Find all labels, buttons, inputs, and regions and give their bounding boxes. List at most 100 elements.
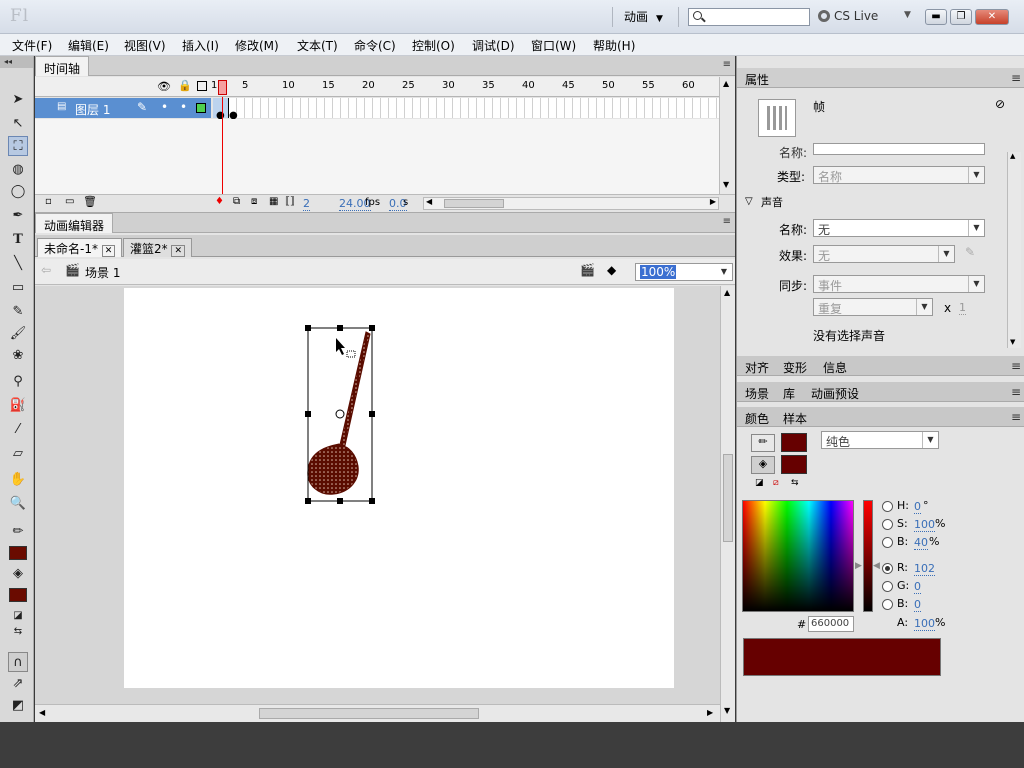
scroll-right-icon[interactable]: ▶ <box>710 197 716 206</box>
sync-select[interactable]: 事件 ▼ <box>813 275 985 293</box>
panel-menu-icon[interactable]: ≡ <box>723 216 731 227</box>
racket-drawing[interactable] <box>294 318 384 508</box>
bone-tool-icon[interactable]: ⚲ <box>8 372 28 392</box>
menu-help[interactable]: 帮助(H) <box>593 37 635 54</box>
panel-menu-icon[interactable]: ≡ <box>1011 71 1021 85</box>
text-tool-icon[interactable]: T <box>8 230 28 250</box>
properties-vscroll[interactable]: ▲ ▼ <box>1007 152 1021 348</box>
radio-brightness[interactable] <box>882 537 893 548</box>
current-frame-value[interactable]: 2 <box>303 197 310 211</box>
eyedropper-tool-icon[interactable]: ⁄ <box>8 420 28 440</box>
radio-hue[interactable] <box>882 501 893 512</box>
menu-view[interactable]: 视图(V) <box>124 37 166 54</box>
panel-menu-icon[interactable]: ≡ <box>1011 359 1021 373</box>
scroll-left-icon[interactable]: ◀ <box>426 197 432 206</box>
scroll-thumb[interactable] <box>259 708 479 719</box>
fill-swatch[interactable] <box>781 455 807 474</box>
menu-text[interactable]: 文本(T) <box>297 37 338 54</box>
center-frame-icon[interactable]: ♦ <box>215 196 224 207</box>
tab-motion-presets[interactable]: 动画预设 <box>811 385 859 402</box>
tab-properties[interactable]: 属性 <box>745 71 769 88</box>
rectangle-tool-icon[interactable]: ▭ <box>8 278 28 298</box>
stroke-color-icon[interactable]: ✏ <box>751 434 775 452</box>
hex-input[interactable]: 660000 <box>808 616 854 632</box>
s-value[interactable]: 100 <box>914 518 935 532</box>
sound-name-select[interactable]: 无 ▼ <box>813 219 985 237</box>
scroll-up-icon[interactable]: ▲ <box>723 79 729 88</box>
lock-dot-icon[interactable]: • <box>180 100 187 114</box>
doc-tab-2[interactable]: 灌篮2* ✕ <box>123 238 193 257</box>
visible-dot-icon[interactable]: • <box>161 100 168 114</box>
h-value[interactable]: 0 <box>914 500 921 514</box>
kind-select[interactable]: 名称 ▼ <box>813 166 985 184</box>
edit-multiple-icon[interactable]: ▦ <box>269 196 278 207</box>
lock-icon[interactable]: 🔒 <box>178 79 192 92</box>
playhead[interactable] <box>218 80 227 95</box>
timeline-empty-area[interactable] <box>35 98 719 194</box>
menu-control[interactable]: 控制(O) <box>412 37 455 54</box>
scroll-right-icon[interactable]: ▶ <box>707 708 713 717</box>
menu-insert[interactable]: 插入(I) <box>182 37 219 54</box>
close-button[interactable]: ✕ <box>975 9 1009 25</box>
brush-tool-icon[interactable]: 🖌 <box>8 324 28 344</box>
help-search-input[interactable] <box>688 8 810 26</box>
scroll-down-icon[interactable]: ▼ <box>1010 338 1015 346</box>
selection-tool-icon[interactable]: ➤ <box>8 90 28 110</box>
menu-modify[interactable]: 修改(M) <box>235 37 279 54</box>
radio-green[interactable] <box>882 581 893 592</box>
scroll-down-icon[interactable]: ▼ <box>723 180 729 189</box>
fill-type-select[interactable]: 纯色 ▼ <box>821 431 939 449</box>
brightness-slider[interactable] <box>863 500 873 612</box>
scene-label[interactable]: 场景 1 <box>85 264 120 281</box>
section-collapse-icon[interactable]: ▽ <box>745 196 753 207</box>
scroll-down-icon[interactable]: ▼ <box>724 706 730 715</box>
pasteboard[interactable] <box>35 286 720 704</box>
radio-red[interactable] <box>882 563 893 574</box>
g-value[interactable]: 0 <box>914 580 921 594</box>
menu-debug[interactable]: 调试(D) <box>472 37 515 54</box>
workspace-switcher[interactable]: 动画 ▼ <box>624 8 663 25</box>
panel-menu-icon[interactable]: ≡ <box>723 59 731 70</box>
3d-rotation-tool-icon[interactable]: ◍ <box>8 160 28 180</box>
scroll-left-icon[interactable]: ◀ <box>39 708 45 717</box>
tab-library[interactable]: 库 <box>783 385 795 402</box>
radio-saturation[interactable] <box>882 519 893 530</box>
outline-icon[interactable] <box>197 81 207 91</box>
scroll-thumb[interactable] <box>444 199 504 208</box>
onion-skin-icon[interactable]: ⧉ <box>233 196 240 207</box>
menu-file[interactable]: 文件(F) <box>12 37 52 54</box>
menu-commands[interactable]: 命令(C) <box>354 37 396 54</box>
onion-markers-icon[interactable]: ⟦⟧ <box>285 196 295 207</box>
tab-swatches[interactable]: 样本 <box>783 410 807 427</box>
eye-icon[interactable]: 👁 <box>157 80 171 93</box>
swap-icon[interactable]: ⊘ <box>995 97 1005 111</box>
edit-scene-icon[interactable]: 🎬 <box>580 263 595 277</box>
fill-color-icon[interactable]: ◈ <box>751 456 775 474</box>
stroke-swatch[interactable] <box>781 433 807 452</box>
layer-header[interactable]: ▤ 图层 1 ✎ • • <box>35 98 211 118</box>
subselection-tool-icon[interactable]: ↖ <box>8 114 28 134</box>
edit-symbols-icon[interactable]: ◆ <box>607 263 616 277</box>
panel-menu-icon[interactable]: ≡ <box>1011 385 1021 399</box>
tab-scene[interactable]: 场景 <box>745 385 769 402</box>
color-field[interactable] <box>742 500 854 612</box>
paint-bucket-tool-icon[interactable]: ⛽ <box>8 396 28 416</box>
black-white-icon[interactable]: ◪ <box>755 478 764 488</box>
tab-timeline[interactable]: 时间轴 <box>35 56 90 76</box>
delete-layer-icon[interactable]: 🗑 <box>83 195 97 208</box>
snap-magnet-icon[interactable]: ∩ <box>8 652 28 672</box>
repeat-count[interactable]: 1 <box>959 301 966 315</box>
scroll-up-icon[interactable]: ▲ <box>1010 152 1015 160</box>
frame-cells[interactable]: ● ● <box>213 97 719 121</box>
b-value[interactable]: 40 <box>914 536 928 550</box>
radio-blue[interactable] <box>882 599 893 610</box>
hand-tool-icon[interactable]: ✋ <box>8 470 28 490</box>
zoom-select[interactable]: 100% ▼ <box>635 263 733 281</box>
tab-align[interactable]: 对齐 <box>745 359 769 376</box>
new-folder-icon[interactable]: ▭ <box>65 196 74 207</box>
scroll-up-icon[interactable]: ▲ <box>724 288 730 297</box>
pencil-tool-icon[interactable]: ✎ <box>8 302 28 322</box>
lasso-tool-icon[interactable]: ◯ <box>8 182 28 202</box>
swap-colors-icon[interactable]: ⇆ <box>791 478 799 488</box>
zoom-tool-icon[interactable]: 🔍 <box>8 494 28 514</box>
